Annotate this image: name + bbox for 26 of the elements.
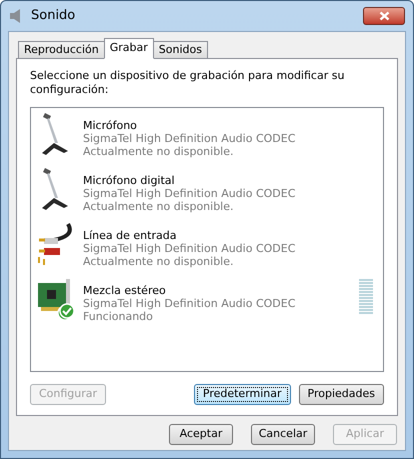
dialog-button[interactable]: Aceptar — [169, 424, 233, 445]
tab[interactable]: Grabar — [104, 38, 154, 59]
device-status: Actualmente no disponible. — [83, 145, 235, 158]
device-name: Mezcla estéreo — [83, 284, 167, 297]
dialog-button[interactable]: Propiedades — [298, 384, 384, 405]
cable-icon — [38, 222, 72, 266]
tab[interactable]: Sonidos — [152, 41, 208, 59]
device-status: Actualmente no disponible. — [83, 200, 235, 213]
window-title: Sonido — [31, 7, 76, 26]
instructions-text: Seleccione un dispositivo de grabación para modificar su configuración: — [30, 69, 346, 97]
close-button[interactable] — [363, 7, 405, 25]
device-status: Funcionando — [83, 310, 154, 323]
device-name: Micrófono digital — [83, 174, 176, 187]
dialog-button[interactable]: Cancelar — [251, 424, 315, 445]
device-name: Micrófono — [83, 119, 138, 132]
tab[interactable]: Reproducción — [18, 41, 105, 59]
check-badge-icon — [59, 303, 75, 319]
device-status: Actualmente no disponible. — [83, 255, 235, 268]
device-name: Línea de entrada — [83, 229, 178, 242]
device-driver: SigmaTel High Definition Audio CODEC — [83, 297, 296, 310]
device-driver: SigmaTel High Definition Audio CODEC — [83, 132, 296, 145]
speaker-icon — [9, 8, 23, 24]
close-icon — [378, 11, 390, 21]
device-driver: SigmaTel High Definition Audio CODEC — [83, 242, 296, 255]
dialog-button[interactable]: Predeterminar — [194, 384, 291, 405]
device-driver: SigmaTel High Definition Audio CODEC — [83, 187, 296, 200]
